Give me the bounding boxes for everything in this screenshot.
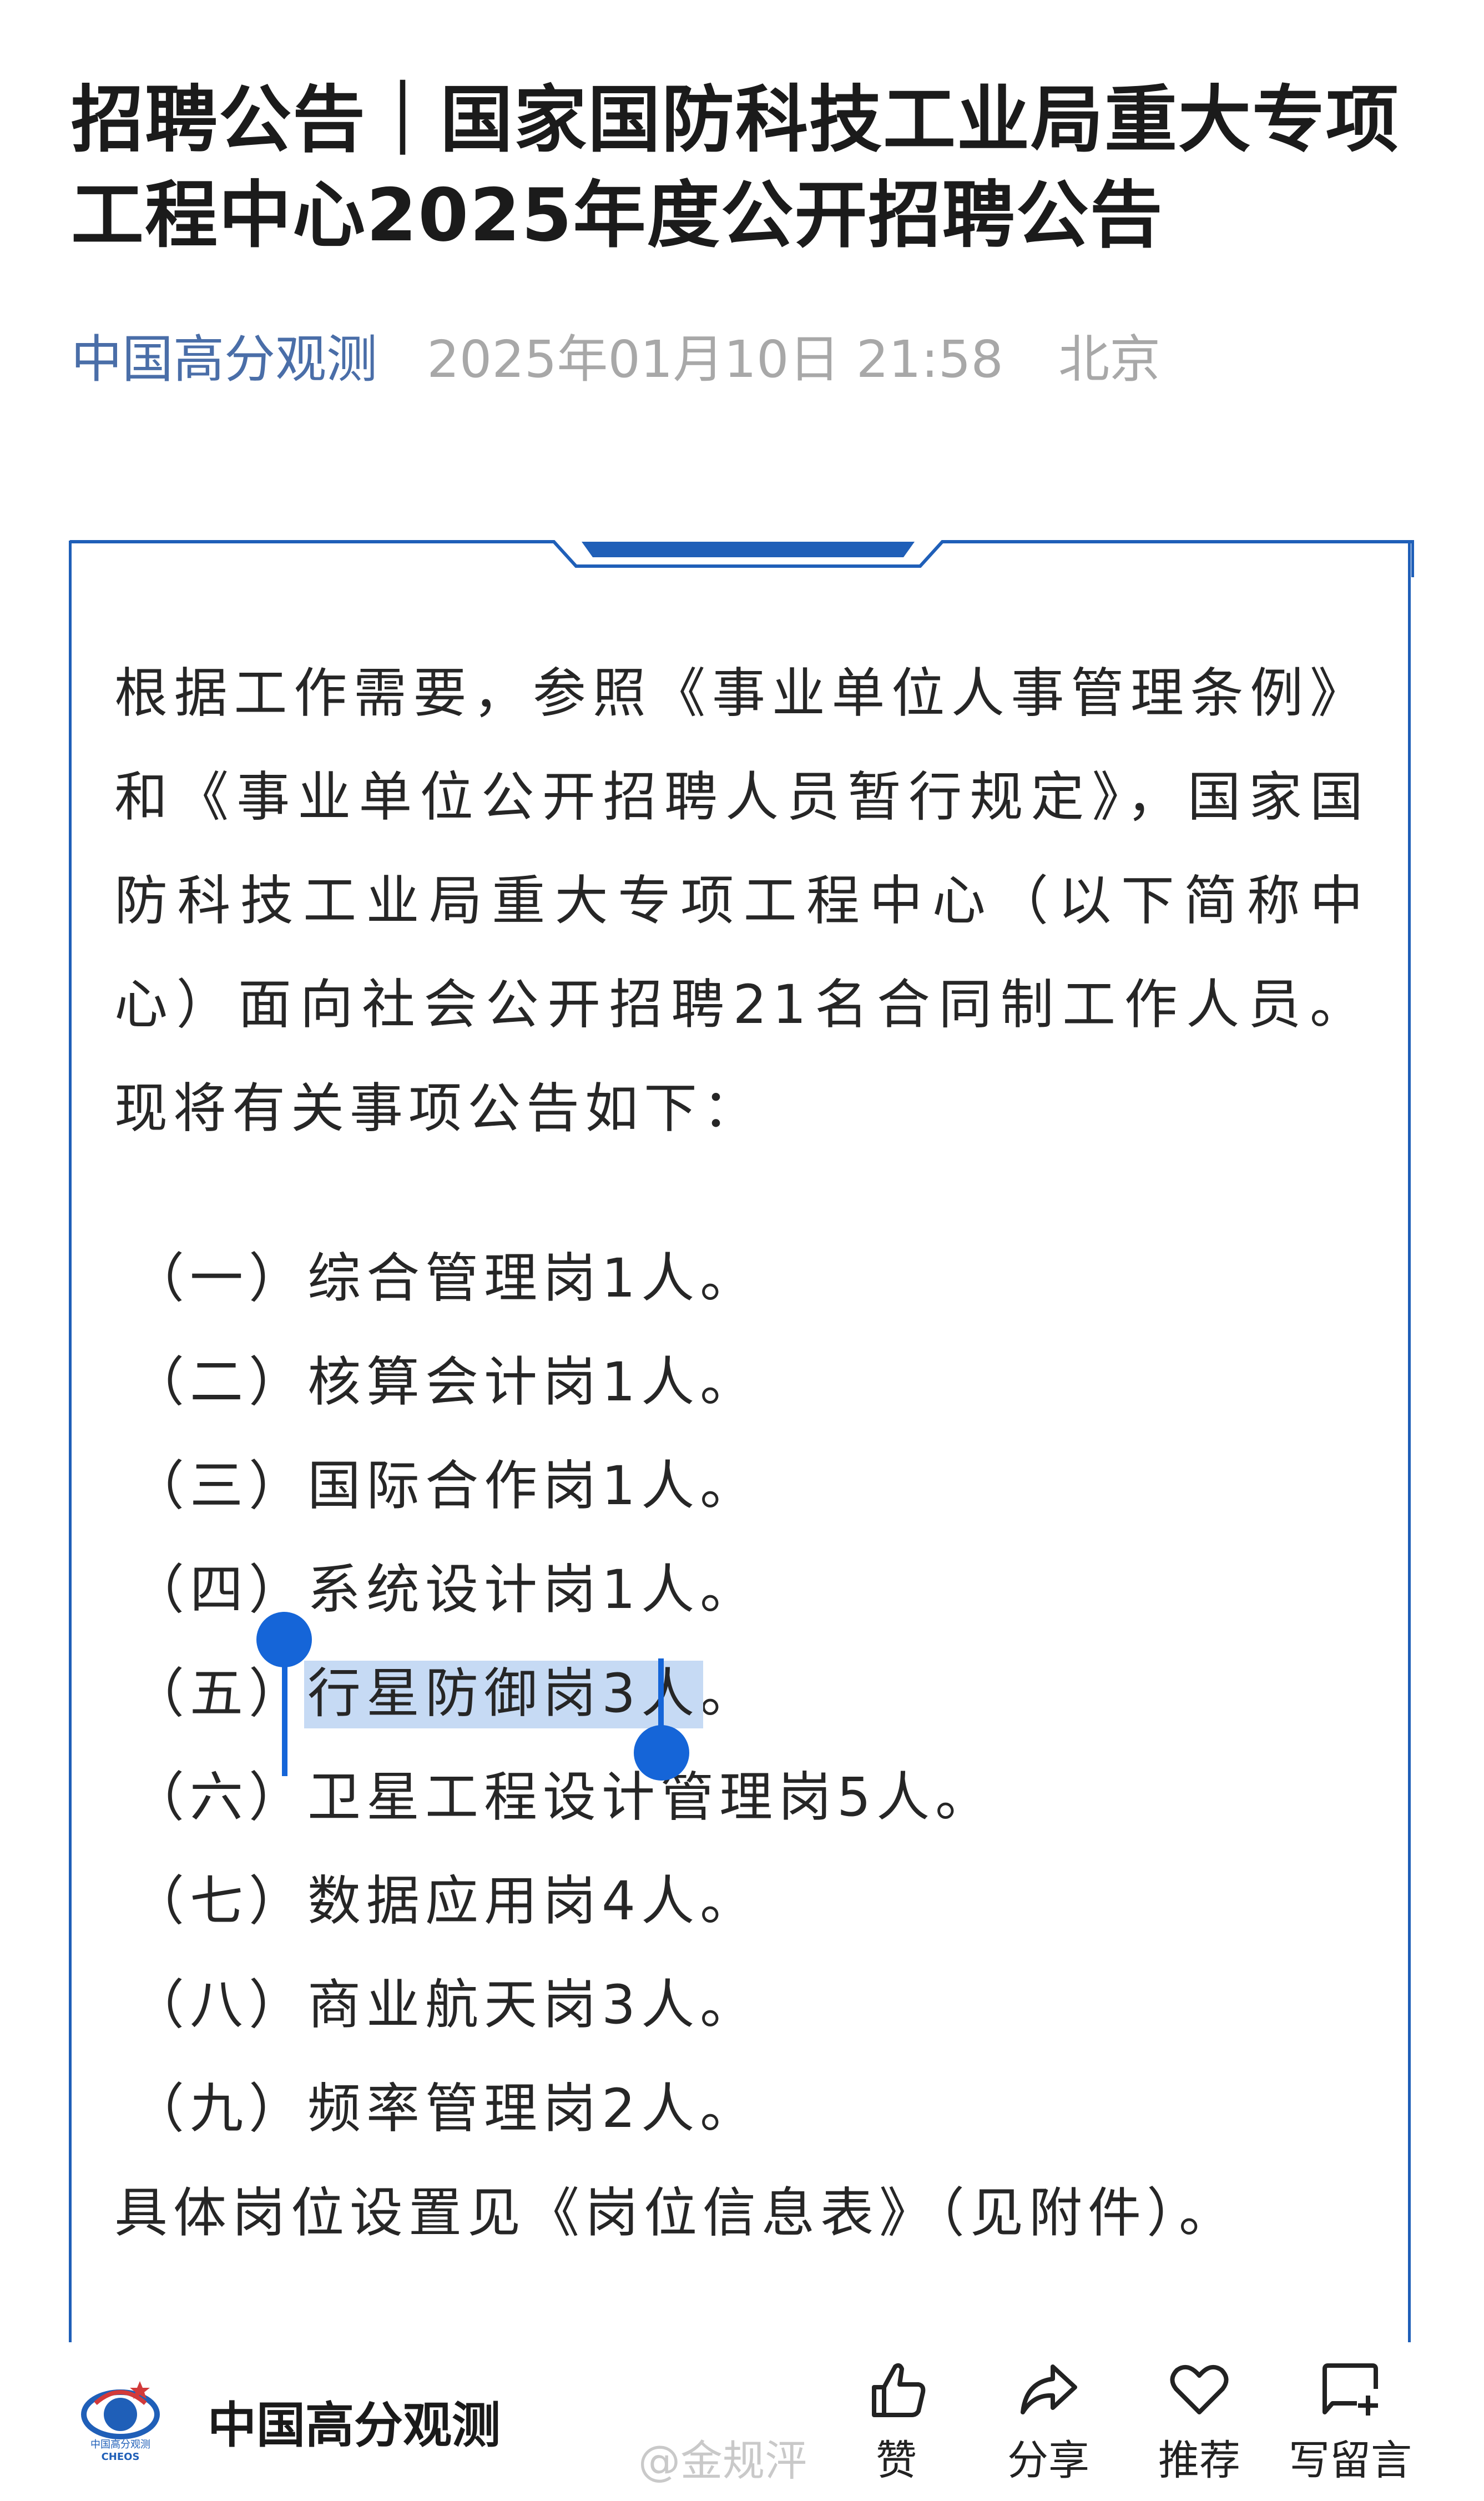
item-text: 系统设计岗1人。 [307,1559,759,1621]
list-item: （九）频率管理岗2人。 [131,2057,1352,2161]
like-button[interactable]: 赞 [832,2357,960,2495]
footer-account-name[interactable]: 中国高分观测 [208,2392,501,2459]
positions-list: （一）综合管理岗1人。 （二）核算会计岗1人。 （三）国际合作岗1人。 （四）系… [131,1227,1352,2161]
item-number: （二） [131,1351,307,1413]
selection-start-handle[interactable] [256,1612,312,1667]
item-number: （八） [131,1974,307,2036]
watermark: @金规泙 [638,2436,807,2485]
comment-plus-icon [1323,2363,1378,2416]
publish-datetime: 2025年01月10日 21:58 [427,330,1003,389]
share-arrow-icon [1021,2364,1077,2414]
account-logo[interactable]: 中国高分观测 CHEOS [73,2370,168,2464]
item-number: （三） [131,1455,307,1517]
recommend-label: 推荐 [1158,2437,1240,2484]
list-item: （八）商业航天岗3人。 [131,1953,1352,2057]
list-item: （三）国际合作岗1人。 [131,1434,1352,1538]
selection-end-handle[interactable] [634,1725,689,1781]
item-text: 综合管理岗1人。 [307,1247,759,1309]
item-number: （五） [131,1662,307,1725]
heart-icon [1170,2364,1229,2414]
like-label: 赞 [876,2437,917,2484]
list-item: （一）综合管理岗1人。 [131,1227,1352,1330]
account-link[interactable]: 中国高分观测 [71,330,377,389]
share-label: 分享 [1007,2437,1089,2484]
item-number: （六） [131,1766,307,1828]
item-text: 商业航天岗3人。 [307,1974,759,2036]
item-text: 行星防御岗3人 [307,1662,700,1725]
item-text: 核算会计岗1人。 [307,1351,759,1413]
list-item: （四）系统设计岗1人。 [131,1538,1352,1642]
item-number: （四） [131,1559,307,1621]
article-meta: 中国高分观测 2025年01月10日 21:58 北京 [71,326,1160,393]
publish-location: 北京 [1058,330,1161,389]
text-selection[interactable]: 行星防御岗3人 [304,1642,704,1746]
item-number: （七） [131,1870,307,1932]
comment-button[interactable]: 写留言 [1286,2357,1414,2495]
item-number: （九） [131,2078,307,2140]
article-title: 招聘公告｜国家国防科技工业局重大专项工程中心2025年度公开招聘公告 [71,77,1400,258]
thumbs-up-icon [872,2363,926,2417]
logo-subtext: CHEOS [102,2451,140,2463]
list-item: （二）核算会计岗1人。 [131,1330,1352,1434]
share-button[interactable]: 分享 [985,2357,1112,2495]
intro-paragraph: 根据工作需要，参照《事业单位人事管理条例》和《事业单位公开招聘人员暂行规定》，国… [114,662,1369,1139]
item-number: （一） [131,1247,307,1309]
item-text: 国际合作岗1人。 [307,1455,759,1517]
item-text-tail: 。 [700,1662,759,1725]
item-text: 数据应用岗4人。 [307,1870,759,1932]
logo-text: 中国高分观测 [90,2439,150,2450]
closing-line: 具体岗位设置见《岗位信息表》（见附件）。 [114,2182,1238,2244]
list-item: （七）数据应用岗4人。 [131,1849,1352,1953]
item-text: 频率管理岗2人。 [307,2078,759,2140]
list-item-selected: （五） 行星防御岗3人。 [131,1642,1352,1746]
comment-label: 写留言 [1289,2437,1412,2484]
selection-start-caret [282,1665,287,1776]
recommend-button[interactable]: 推荐 [1135,2357,1263,2495]
list-item: （六）卫星工程设计管理岗5人。 [131,1746,1352,1849]
